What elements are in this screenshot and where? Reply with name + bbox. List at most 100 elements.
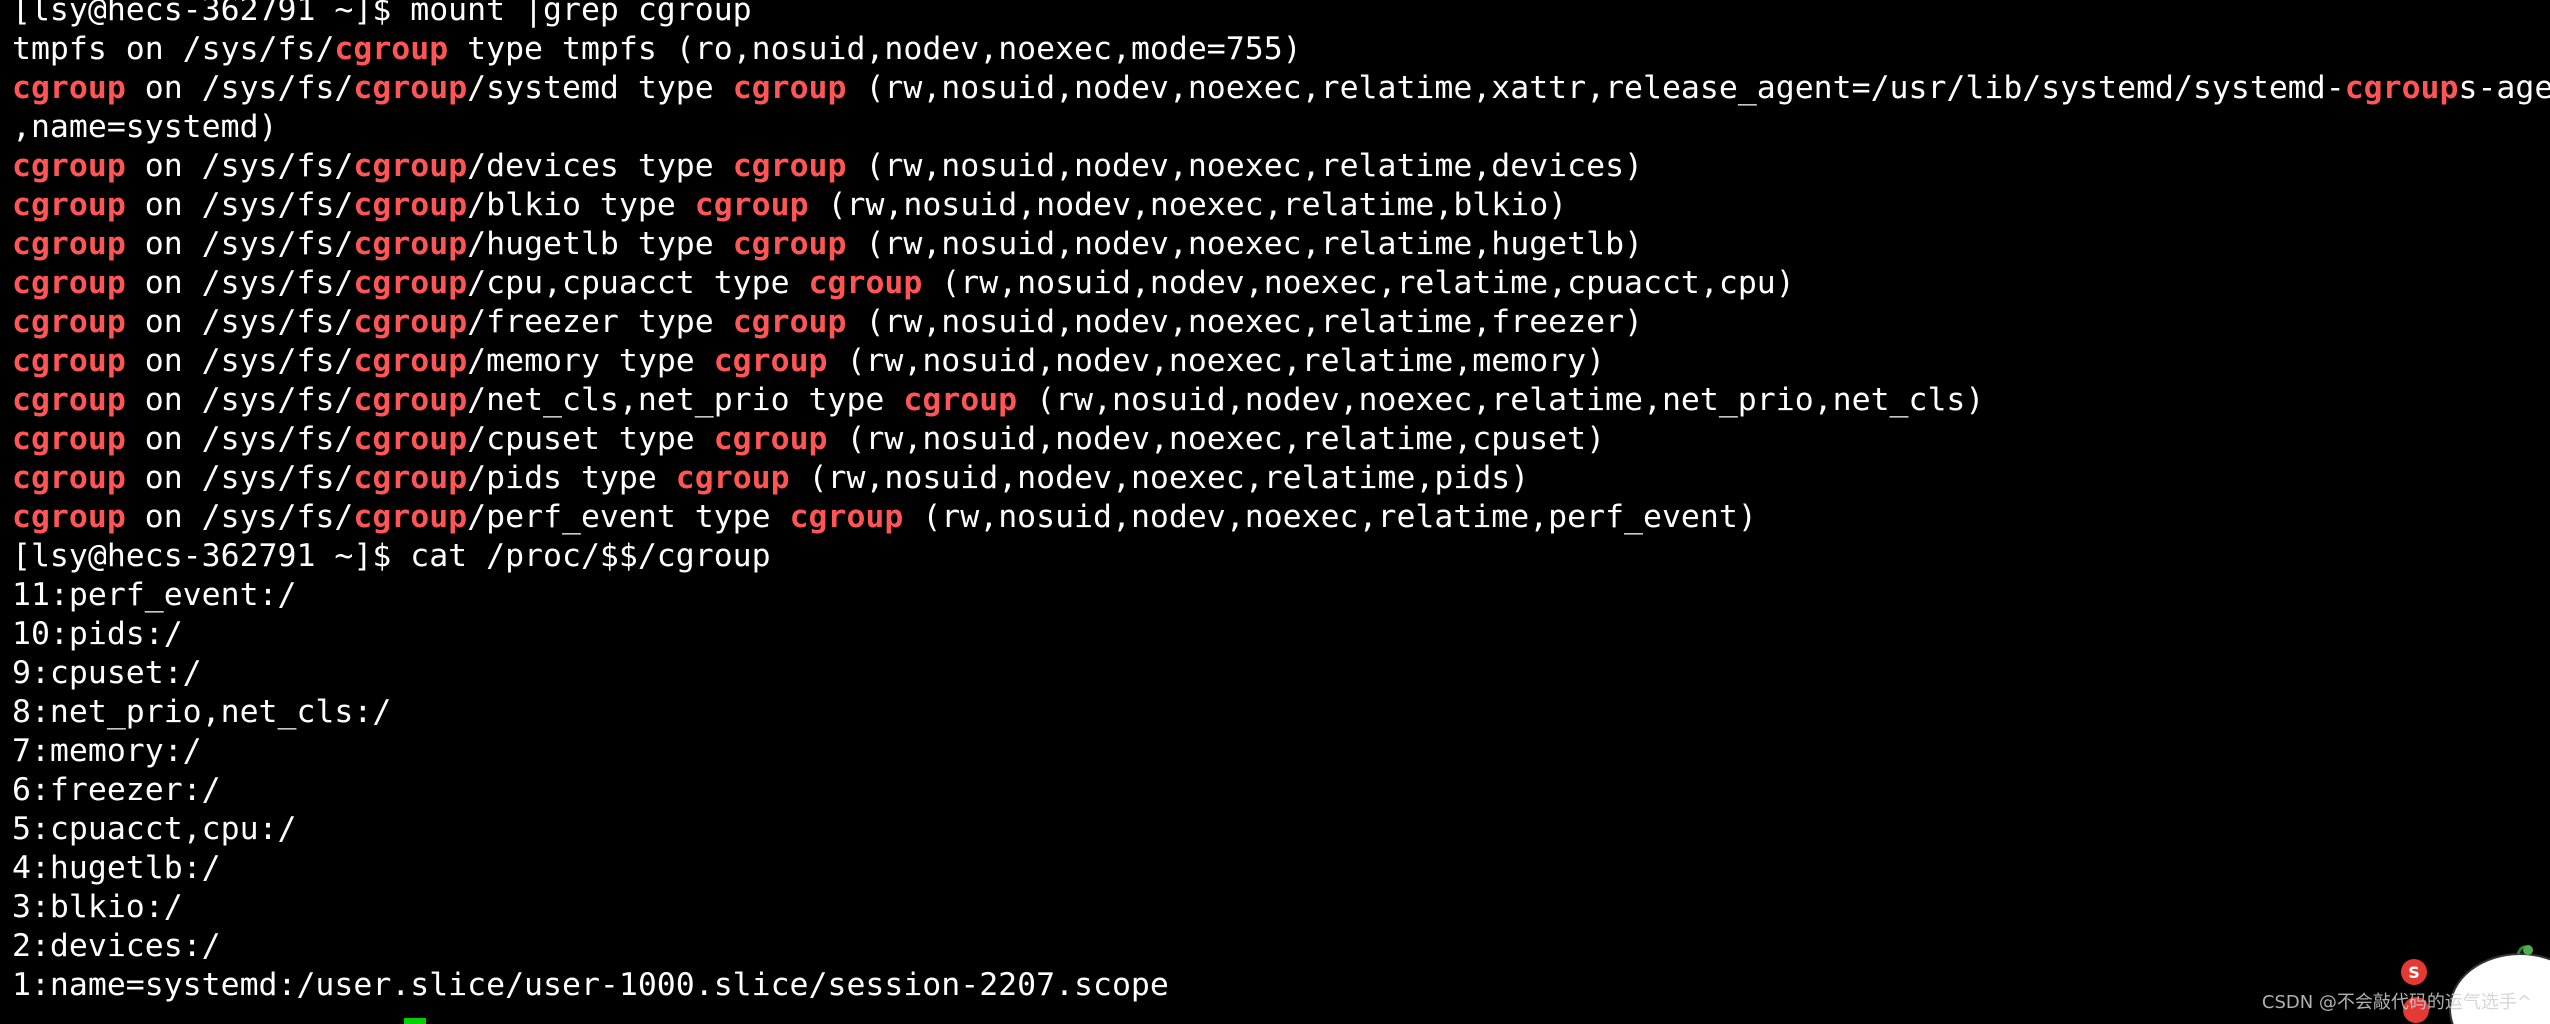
mount-type: cgroup (732, 70, 847, 106)
mount-type: cgroup (732, 148, 847, 184)
terminal-window[interactable]: [lsy@hecs-362791 ~]$ mount |grep cgroup t… (0, 0, 2550, 1024)
terminal-line-text: 4:hugetlb:/ (12, 850, 221, 886)
mount-source: cgroup (12, 304, 126, 340)
terminal-line: ,name=systemd) (12, 108, 2550, 147)
match-highlight: cgroup (353, 70, 468, 106)
mount-options: (rw,nosuid,nodev,noexec,relatime,memory) (827, 343, 1606, 379)
mount-options: (rw,nosuid,nodev,noexec,relatime,net_pri… (1017, 382, 1985, 418)
mount-options: (rw,nosuid,nodev,noexec,relatime,devices… (846, 148, 1643, 184)
mount-options: (rw,nosuid,nodev,noexec,relatime,freezer… (846, 304, 1643, 340)
terminal-line: 5:cpuacct,cpu:/ (12, 810, 2550, 849)
mount-on: on /sys/fs/ (106, 31, 335, 67)
terminal-cursor (404, 1018, 426, 1024)
terminal-line: cgroup on /sys/fs/cgroup/cpuset type cgr… (12, 420, 2550, 459)
mount-source: cgroup (12, 226, 126, 262)
mount-options: (rw,nosuid,nodev,noexec,relatime,cpuacct… (922, 265, 1795, 301)
mount-on: on /sys/fs/ (125, 226, 354, 262)
mount-options: (rw,nosuid,nodev,noexec,relatime,blkio) (808, 187, 1568, 223)
mount-options: (rw,nosuid,nodev,noexec,relatime,pids) (789, 460, 1530, 496)
terminal-line-text: 5:cpuacct,cpu:/ (12, 811, 297, 847)
terminal-line-text: ,name=systemd) (12, 109, 278, 145)
terminal-line: 10:pids:/ (12, 615, 2550, 654)
mount-type: tmpfs (562, 31, 657, 67)
mount-source: cgroup (12, 421, 126, 457)
mount-on: on /sys/fs/ (125, 265, 354, 301)
terminal-line: cgroup on /sys/fs/cgroup/systemd type cg… (12, 69, 2550, 108)
terminal-line: cgroup on /sys/fs/cgroup/cpu,cpuacct typ… (12, 264, 2550, 303)
mount-on: on /sys/fs/ (125, 499, 354, 535)
terminal-line: [lsy@hecs-362791 ~]$ mount |grep cgroup (12, 0, 2550, 30)
mount-on: on /sys/fs/ (125, 187, 354, 223)
mount-target: /memory type (467, 343, 714, 379)
mount-options: (rw,nosuid,nodev,noexec,relatime,xattr,r… (846, 70, 2345, 106)
match-highlight: cgroup (353, 460, 468, 496)
mount-target: /hugetlb type (467, 226, 733, 262)
terminal-line: 7:memory:/ (12, 732, 2550, 771)
terminal-line: 2:devices:/ (12, 927, 2550, 966)
terminal-line-text: 2:devices:/ (12, 928, 221, 964)
mascot-badge-glyph: S (2408, 963, 2420, 982)
terminal-line: 9:cpuset:/ (12, 654, 2550, 693)
match-highlight: cgroup (353, 187, 468, 223)
mount-type: cgroup (713, 421, 828, 457)
mount-type: cgroup (732, 226, 847, 262)
mount-options: (rw,nosuid,nodev,noexec,relatime,perf_ev… (903, 499, 1757, 535)
terminal-line: cgroup on /sys/fs/cgroup/net_cls,net_pri… (12, 381, 2550, 420)
terminal-line: cgroup on /sys/fs/cgroup/freezer type cg… (12, 303, 2550, 342)
mount-on: on /sys/fs/ (125, 343, 354, 379)
mount-on: on /sys/fs/ (125, 304, 354, 340)
mount-source: cgroup (12, 499, 126, 535)
terminal-line: 6:freezer:/ (12, 771, 2550, 810)
mount-options: (rw,nosuid,nodev,noexec,relatime,cpuset) (827, 421, 1606, 457)
mount-on: on /sys/fs/ (125, 382, 354, 418)
mount-source: cgroup (12, 148, 126, 184)
mount-on: on /sys/fs/ (125, 460, 354, 496)
match-highlight: cgroup (353, 499, 468, 535)
terminal-line-text: 11:perf_event:/ (12, 577, 297, 613)
mount-on: on /sys/fs/ (125, 421, 354, 457)
mount-target: /freezer type (467, 304, 733, 340)
mount-source: tmpfs (12, 31, 107, 67)
terminal-line-text: 6:freezer:/ (12, 772, 221, 808)
mount-options: s-age (2458, 70, 2550, 106)
mount-target: /perf_event type (467, 499, 790, 535)
mount-type: cgroup (713, 343, 828, 379)
match-highlight: cgroup (353, 226, 468, 262)
mount-type: cgroup (789, 499, 904, 535)
terminal-line-text: [lsy@hecs-362791 ~]$ cat /proc/$$/cgroup (12, 538, 771, 574)
terminal-line-text: 10:pids:/ (12, 616, 183, 652)
terminal-line: 4:hugetlb:/ (12, 849, 2550, 888)
mount-target: type (448, 31, 562, 67)
csdn-watermark: CSDN @不会敲代码的运气选手^ (2261, 992, 2532, 1013)
match-highlight: cgroup (353, 148, 468, 184)
terminal-line: cgroup on /sys/fs/cgroup/hugetlb type cg… (12, 225, 2550, 264)
match-highlight: cgroup (353, 382, 468, 418)
match-highlight: cgroup (2344, 70, 2459, 106)
terminal-line: cgroup on /sys/fs/cgroup/blkio type cgro… (12, 186, 2550, 225)
terminal-line: cgroup on /sys/fs/cgroup/perf_event type… (12, 498, 2550, 537)
terminal-line: cgroup on /sys/fs/cgroup/memory type cgr… (12, 342, 2550, 381)
mount-source: cgroup (12, 343, 126, 379)
match-highlight: cgroup (353, 421, 468, 457)
mount-source: cgroup (12, 70, 126, 106)
mount-type: cgroup (903, 382, 1018, 418)
match-highlight: cgroup (353, 304, 468, 340)
mount-source: cgroup (12, 265, 126, 301)
terminal-line: cgroup on /sys/fs/cgroup/devices type cg… (12, 147, 2550, 186)
mount-type: cgroup (808, 265, 923, 301)
match-highlight: cgroup (353, 265, 468, 301)
terminal-line: 11:perf_event:/ (12, 576, 2550, 615)
terminal-line: 8:net_prio,net_cls:/ (12, 693, 2550, 732)
terminal-line-text: 7:memory:/ (12, 733, 202, 769)
mount-target: /systemd type (467, 70, 733, 106)
terminal-line: 3:blkio:/ (12, 888, 2550, 927)
terminal-line-text: [lsy@hecs-362791 ~]$ mount |grep cgroup (12, 0, 752, 28)
terminal-line: [lsy@hecs-362791 ~]$ cat /proc/$$/cgroup (12, 537, 2550, 576)
mount-on: on /sys/fs/ (125, 70, 354, 106)
match-highlight: cgroup (334, 31, 449, 67)
terminal-line: tmpfs on /sys/fs/cgroup type tmpfs (ro,n… (12, 30, 2550, 69)
mount-source: cgroup (12, 382, 126, 418)
terminal-line-text: 9:cpuset:/ (12, 655, 202, 691)
mount-source: cgroup (12, 460, 126, 496)
mount-options: (ro,nosuid,nodev,noexec,mode=755) (656, 31, 1302, 67)
